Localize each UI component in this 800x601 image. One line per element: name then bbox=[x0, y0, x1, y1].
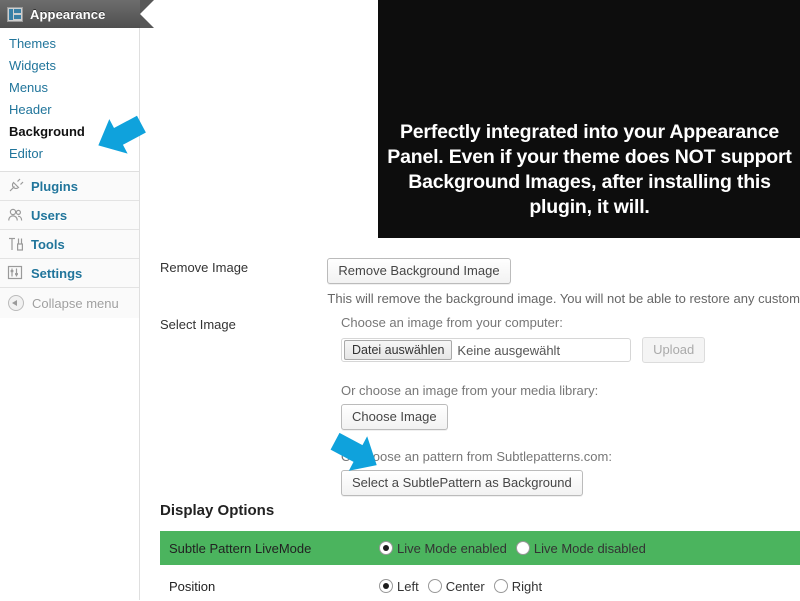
submenu-item-widgets[interactable]: Widgets bbox=[0, 55, 139, 77]
tools-icon bbox=[7, 236, 24, 252]
choose-image-button[interactable]: Choose Image bbox=[341, 404, 448, 430]
sidebar-item-users-label: Users bbox=[31, 207, 68, 223]
plug-icon bbox=[7, 178, 24, 194]
sidebar-item-tools[interactable]: Tools bbox=[0, 230, 139, 259]
radio-position-left-label[interactable]: Left bbox=[397, 579, 419, 594]
upload-button[interactable]: Upload bbox=[642, 337, 706, 363]
submenu-item-editor[interactable]: Editor bbox=[0, 143, 139, 165]
position-label: Position bbox=[169, 578, 216, 594]
appearance-icon bbox=[7, 6, 23, 22]
radio-position-center[interactable] bbox=[427, 579, 442, 593]
radio-live-mode-enabled[interactable] bbox=[379, 541, 393, 555]
radio-live-mode-disabled[interactable] bbox=[515, 541, 530, 555]
remove-image-row: Remove Image Remove Background Image Thi… bbox=[141, 258, 800, 306]
admin-sidebar: Appearance Themes Widgets Menus Header B… bbox=[0, 0, 154, 600]
main-content: Perfectly integrated into your Appearanc… bbox=[141, 0, 800, 600]
remove-image-label: Remove Image bbox=[160, 260, 249, 275]
option-row-livemode: Subtle Pattern LiveMode Live Mode enable… bbox=[160, 531, 800, 565]
file-upload-group: Datei auswählen Keine ausgewählt Upload bbox=[341, 337, 800, 363]
submenu-item-themes[interactable]: Themes bbox=[0, 33, 139, 55]
option-row-position: Position Left Center Right bbox=[160, 571, 800, 601]
livemode-options: Live Mode enabled Live Mode disabled bbox=[379, 541, 800, 556]
livemode-label: Subtle Pattern LiveMode bbox=[169, 540, 312, 556]
select-subtlepattern-button[interactable]: Select a SubtlePattern as Background bbox=[341, 470, 583, 496]
radio-position-right[interactable] bbox=[493, 579, 508, 593]
remove-image-help: This will remove the background image. Y… bbox=[327, 291, 800, 306]
file-input[interactable]: Datei auswählen Keine ausgewählt bbox=[341, 338, 632, 362]
sidebar-item-appearance[interactable]: Appearance bbox=[0, 0, 154, 28]
media-library-caption: Or choose an image from your media libra… bbox=[341, 383, 599, 398]
subtlepattern-caption: Or choose an pattern from Subtlepatterns… bbox=[341, 449, 612, 464]
radio-live-mode-disabled-label[interactable]: Live Mode disabled bbox=[534, 541, 646, 556]
sidebar-item-plugins[interactable]: Plugins bbox=[0, 172, 139, 201]
collapse-arrow-icon bbox=[8, 295, 24, 311]
sliders-icon bbox=[7, 265, 24, 281]
sidebar-item-users[interactable]: Users bbox=[0, 201, 139, 230]
sidebar-item-settings-label: Settings bbox=[31, 265, 83, 281]
radio-live-mode-enabled-label[interactable]: Live Mode enabled bbox=[397, 541, 507, 556]
submenu-item-header[interactable]: Header bbox=[0, 99, 139, 121]
menu-pointer-flag bbox=[140, 0, 154, 28]
radio-position-center-label[interactable]: Center bbox=[446, 579, 485, 594]
select-image-label: Select Image bbox=[160, 317, 236, 332]
remove-image-field: Remove Background Image This will remove… bbox=[327, 258, 800, 306]
collapse-menu-button[interactable]: Collapse menu bbox=[0, 288, 139, 318]
radio-position-right-label[interactable]: Right bbox=[512, 579, 542, 594]
remove-background-image-button[interactable]: Remove Background Image bbox=[327, 258, 511, 284]
promo-banner: Perfectly integrated into your Appearanc… bbox=[378, 0, 800, 238]
select-image-field: Choose an image from your computer: Date… bbox=[341, 315, 800, 496]
subtlepattern-group: Select a SubtlePattern as Background bbox=[341, 470, 800, 496]
appearance-submenu: Themes Widgets Menus Header Background E… bbox=[0, 28, 139, 172]
sidebar-item-plugins-label: Plugins bbox=[31, 178, 78, 194]
choose-image-group: Choose Image bbox=[341, 404, 800, 430]
promo-banner-text: Perfectly integrated into your Appearanc… bbox=[387, 121, 792, 218]
users-icon bbox=[7, 207, 24, 223]
display-options-title: Display Options bbox=[160, 502, 275, 519]
computer-upload-caption: Choose an image from your computer: bbox=[341, 315, 563, 330]
sidebar-item-tools-label: Tools bbox=[31, 236, 65, 252]
position-options: Left Center Right bbox=[379, 579, 800, 594]
file-choose-button[interactable]: Datei auswählen bbox=[344, 340, 453, 360]
collapse-menu-label: Collapse menu bbox=[32, 295, 119, 311]
sidebar-header-label: Appearance bbox=[30, 6, 106, 22]
submenu-item-menus[interactable]: Menus bbox=[0, 77, 139, 99]
sidebar-item-settings[interactable]: Settings bbox=[0, 259, 139, 288]
submenu-item-background[interactable]: Background bbox=[0, 121, 139, 143]
file-name-text: Keine ausgewählt bbox=[457, 342, 561, 358]
select-image-row: Select Image Choose an image from your c… bbox=[141, 315, 800, 496]
radio-position-left[interactable] bbox=[379, 579, 393, 593]
